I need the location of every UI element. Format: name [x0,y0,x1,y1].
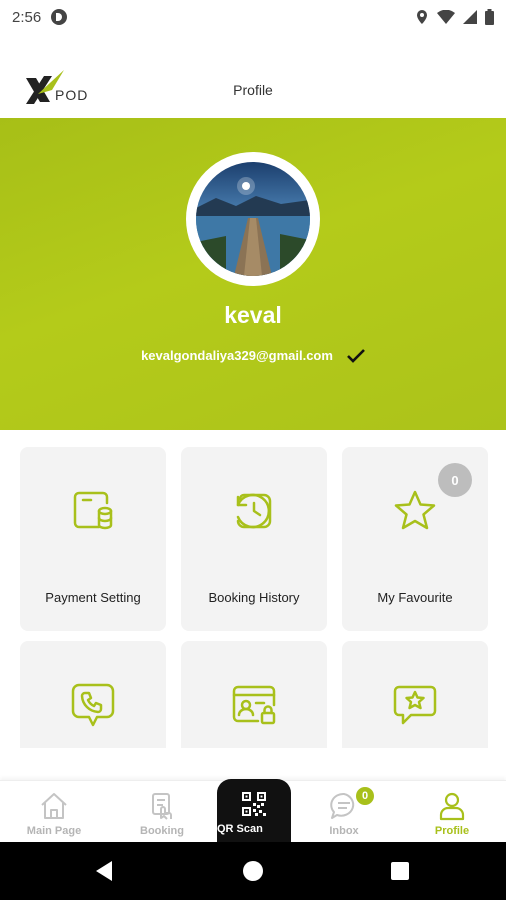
status-time: 2:56 [12,8,42,26]
verified-check-icon [347,348,365,363]
star-chat-icon [393,685,437,725]
back-icon[interactable] [96,861,112,881]
avatar [196,162,310,276]
tile-label: Payment Setting [45,590,141,605]
nav-inbox[interactable]: Inbox [294,781,394,843]
nav-label: Main Page [26,825,82,837]
tile-label: Booking History [208,590,300,605]
nav-label: Profile [434,825,470,837]
nav-label: Inbox [329,825,359,837]
profile-icon [439,792,465,821]
star-icon [394,490,436,530]
wallet-icon [73,491,113,530]
signal-icon [463,10,477,24]
user-email: kevalgondaliya329@gmail.com [141,348,333,363]
history-icon [236,493,272,529]
favourite-count-badge: 0 [438,463,472,497]
tile-contact[interactable] [20,641,166,748]
bottom-nav: Main Page Booking QR Scan Inbox 0 Profil… [0,779,506,843]
profile-menu-grid: Payment Setting Booking History 0 My Fav… [0,430,506,748]
inbox-count-badge: 0 [354,785,376,807]
home-button-icon[interactable] [243,861,263,881]
tile-booking-history[interactable]: Booking History [181,447,327,631]
phone-chat-icon [71,683,115,727]
nav-label: Booking [140,825,184,837]
nav-profile[interactable]: Profile [402,781,502,843]
tile-my-favourite[interactable]: 0 My Favourite [342,447,488,631]
profile-hero: keval kevalgondaliya329@gmail.com [0,118,506,430]
id-lock-icon [232,685,276,725]
nav-qr-scan[interactable]: QR Scan [217,779,291,843]
booking-icon [152,793,172,820]
nav-booking[interactable]: Booking [112,781,212,843]
home-icon [41,793,67,819]
sync-icon [51,9,68,25]
wifi-icon [437,10,455,24]
tile-label: My Favourite [377,590,453,605]
avatar-frame[interactable] [186,152,320,286]
user-name: keval [224,302,282,328]
email-row: kevalgondaliya329@gmail.com [0,348,506,363]
tile-payment-setting[interactable]: Payment Setting [20,447,166,631]
page-title: Profile [233,82,273,98]
recents-icon[interactable] [391,862,409,880]
status-icons [415,9,494,25]
system-nav-bar [0,842,506,900]
tile-reviews[interactable] [342,641,488,748]
app-header: POD Profile [0,62,506,118]
location-icon [417,10,427,24]
nav-label: QR Scan [217,823,263,835]
battery-icon [485,9,494,25]
status-bar: 2:56 [0,0,506,34]
qr-icon [242,792,266,816]
tile-account-security[interactable] [181,641,327,748]
nav-main-page[interactable]: Main Page [4,781,104,843]
